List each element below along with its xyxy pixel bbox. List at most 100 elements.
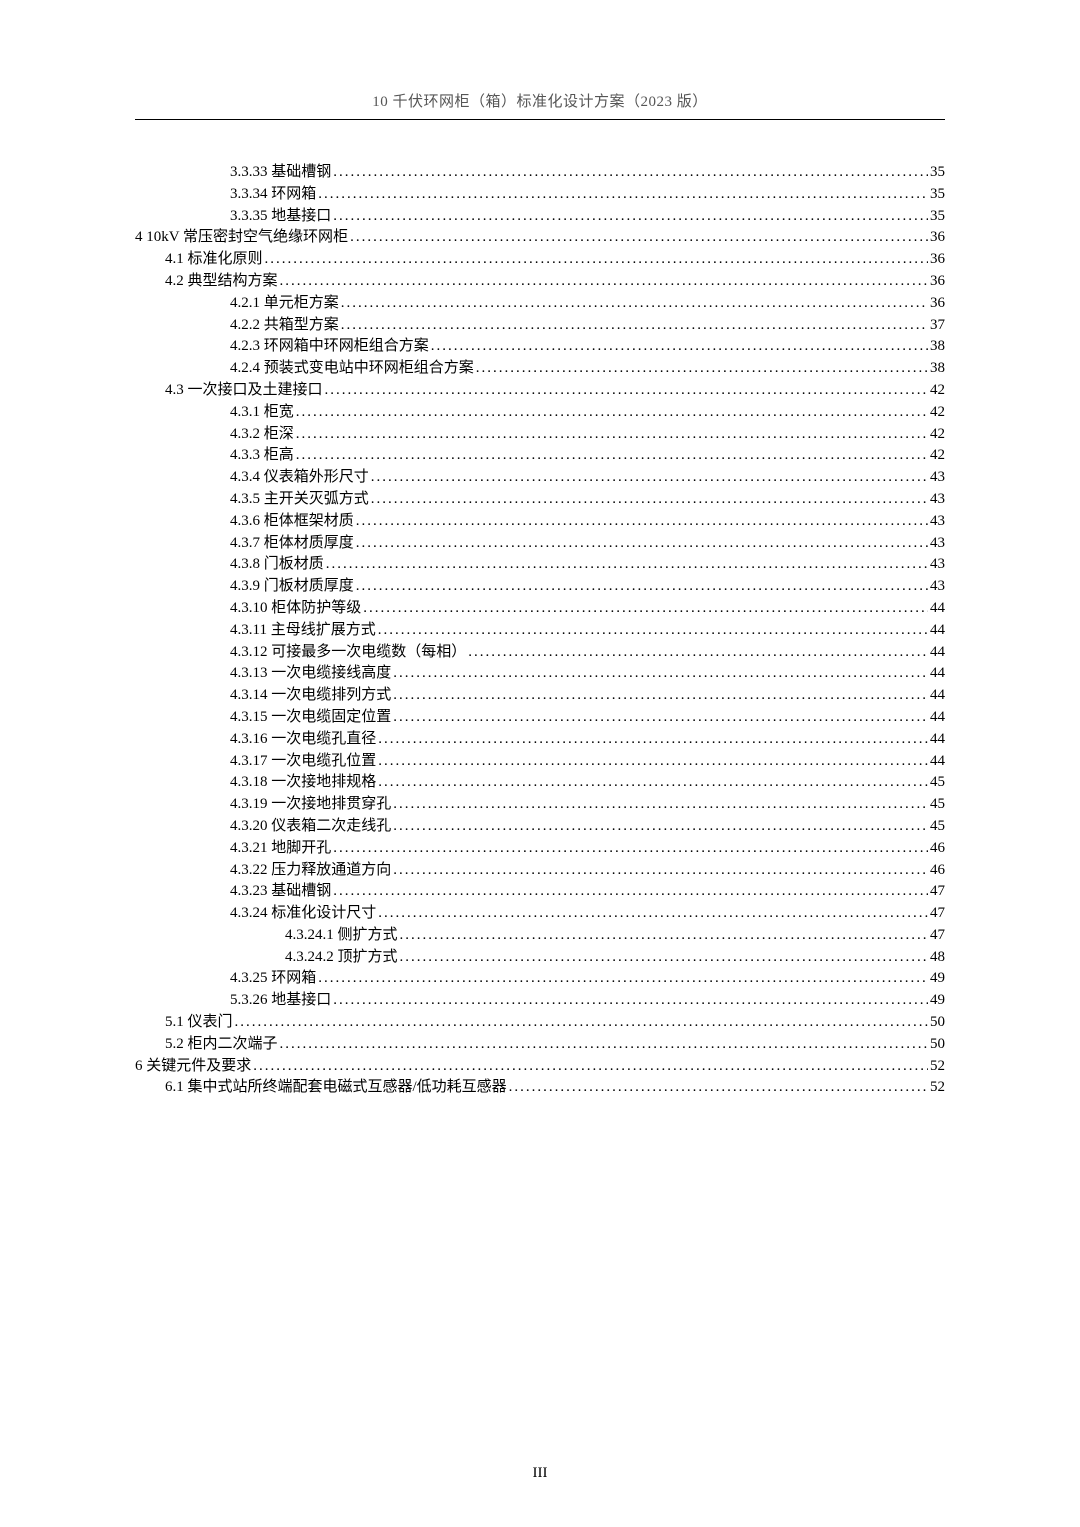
toc-page-number: 43 — [930, 470, 945, 485]
toc-leader-dots — [476, 361, 928, 376]
toc-page-number: 35 — [930, 187, 945, 202]
toc-leader-dots — [393, 819, 928, 834]
toc-page-number: 36 — [930, 230, 945, 245]
toc-entry: 4.3.5 主开关灭弧方式 43 — [135, 492, 945, 507]
toc-label: 4.1 标准化原则 — [165, 252, 263, 267]
toc-entry: 4.3.11 主母线扩展方式44 — [135, 623, 945, 638]
toc-leader-dots — [378, 906, 928, 921]
toc-entry: 4.3.14 一次电缆排列方式 44 — [135, 688, 945, 703]
toc-entry: 4.2.1 单元柜方案 36 — [135, 296, 945, 311]
table-of-contents: 3.3.33 基础槽钢353.3.34 环网箱353.3.35 地基接口354 … — [135, 165, 945, 1095]
toc-label: 4.3.20 仪表箱二次走线孔 — [230, 819, 391, 834]
toc-page-number: 46 — [930, 841, 945, 856]
toc-entry: 3.3.33 基础槽钢35 — [135, 165, 945, 180]
toc-entry: 4.3.15 一次电缆固定位置44 — [135, 710, 945, 725]
toc-page-number: 45 — [930, 775, 945, 790]
toc-page-number: 37 — [930, 318, 945, 333]
toc-label: 4.2.2 共箱型方案 — [230, 318, 339, 333]
toc-label: 6.1 集中式站所终端配套电磁式互感器/低功耗互感器 — [165, 1080, 507, 1095]
toc-leader-dots — [378, 732, 928, 747]
toc-label: 4.3.12 可接最多一次电缆数（每相） — [230, 645, 466, 660]
toc-label: 4.2.1 单元柜方案 — [230, 296, 339, 311]
toc-label: 4.3.10 柜体防护等级 — [230, 601, 361, 616]
toc-page-number: 44 — [930, 645, 945, 660]
toc-page-number: 42 — [930, 383, 945, 398]
toc-leader-dots — [325, 383, 928, 398]
page-number: III — [0, 1465, 1080, 1482]
toc-leader-dots — [296, 427, 928, 442]
toc-label: 4.3.4 仪表箱外形尺寸 — [230, 470, 369, 485]
toc-label: 4.3.7 柜体材质厚度 — [230, 536, 354, 551]
toc-leader-dots — [393, 863, 928, 878]
toc-page-number: 44 — [930, 688, 945, 703]
toc-entry: 4.3.17 一次电缆孔位置44 — [135, 754, 945, 769]
toc-leader-dots — [356, 536, 928, 551]
toc-entry: 4.3.18 一次接地排规格45 — [135, 775, 945, 790]
toc-label: 4.3.22 压力释放通道方向 — [230, 863, 391, 878]
toc-page-number: 43 — [930, 557, 945, 572]
toc-leader-dots — [393, 710, 928, 725]
toc-entry: 4.2.4 预装式变电站中环网柜组合方案38 — [135, 361, 945, 376]
toc-entry: 4.3.16 一次电缆孔直径 44 — [135, 732, 945, 747]
toc-page-number: 47 — [930, 906, 945, 921]
toc-label: 4.3.16 一次电缆孔直径 — [230, 732, 376, 747]
toc-entry: 4.3.24.1 侧扩方式47 — [135, 928, 945, 943]
toc-entry: 4.3.1 柜宽42 — [135, 405, 945, 420]
toc-entry: 4.3.4 仪表箱外形尺寸 43 — [135, 470, 945, 485]
toc-leader-dots — [393, 688, 928, 703]
toc-leader-dots — [371, 470, 928, 485]
toc-leader-dots — [296, 405, 928, 420]
toc-label: 4.3.5 主开关灭弧方式 — [230, 492, 369, 507]
toc-page-number: 50 — [930, 1037, 945, 1052]
toc-page-number: 36 — [930, 274, 945, 289]
toc-leader-dots — [235, 1015, 928, 1030]
toc-label: 4.3.25 环网箱 — [230, 971, 316, 986]
toc-label: 4.3.14 一次电缆排列方式 — [230, 688, 391, 703]
toc-leader-dots — [326, 557, 928, 572]
toc-page-number: 42 — [930, 448, 945, 463]
toc-leader-dots — [280, 1037, 928, 1052]
toc-page-number: 50 — [930, 1015, 945, 1030]
toc-leader-dots — [318, 187, 928, 202]
toc-entry: 4.3.25 环网箱 49 — [135, 971, 945, 986]
toc-entry: 4.3.13 一次电缆接线高度44 — [135, 666, 945, 681]
toc-entry: 5.3.26 地基接口49 — [135, 993, 945, 1008]
toc-entry: 4.3.20 仪表箱二次走线孔45 — [135, 819, 945, 834]
toc-label: 4.2.4 预装式变电站中环网柜组合方案 — [230, 361, 474, 376]
toc-leader-dots — [378, 623, 928, 638]
toc-page-number: 35 — [930, 209, 945, 224]
toc-entry: 4.3.24 标准化设计尺寸47 — [135, 906, 945, 921]
toc-label: 4.2.3 环网箱中环网柜组合方案 — [230, 339, 429, 354]
toc-label: 4.3.17 一次电缆孔位置 — [230, 754, 376, 769]
toc-leader-dots — [393, 666, 928, 681]
toc-page-number: 35 — [930, 165, 945, 180]
toc-page-number: 36 — [930, 296, 945, 311]
toc-page-number: 42 — [930, 427, 945, 442]
toc-label: 4.3.21 地脚开孔 — [230, 841, 331, 856]
toc-page-number: 49 — [930, 971, 945, 986]
toc-leader-dots — [318, 971, 928, 986]
toc-page-number: 47 — [930, 884, 945, 899]
toc-page-number: 44 — [930, 666, 945, 681]
toc-entry: 4.3.8 门板材质 43 — [135, 557, 945, 572]
toc-entry: 3.3.35 地基接口35 — [135, 209, 945, 224]
toc-leader-dots — [356, 514, 928, 529]
toc-page-number: 44 — [930, 732, 945, 747]
toc-page-number: 52 — [930, 1080, 945, 1095]
toc-entry: 6 关键元件及要求52 — [135, 1059, 945, 1074]
toc-label: 4.3.8 门板材质 — [230, 557, 324, 572]
toc-page-number: 43 — [930, 579, 945, 594]
toc-entry: 4.3.12 可接最多一次电缆数（每相） 44 — [135, 645, 945, 660]
toc-page-number: 43 — [930, 492, 945, 507]
toc-leader-dots — [509, 1080, 928, 1095]
document-page: 10 千伏环网柜（箱）标准化设计方案（2023 版） 3.3.33 基础槽钢35… — [0, 0, 1080, 1527]
toc-page-number: 44 — [930, 623, 945, 638]
toc-entry: 5.1 仪表门50 — [135, 1015, 945, 1030]
toc-page-number: 38 — [930, 339, 945, 354]
toc-leader-dots — [341, 296, 928, 311]
toc-entry: 4.3 一次接口及土建接口42 — [135, 383, 945, 398]
toc-entry: 4.2.3 环网箱中环网柜组合方案 38 — [135, 339, 945, 354]
toc-label: 4.3.2 柜深 — [230, 427, 294, 442]
toc-leader-dots — [378, 754, 928, 769]
toc-page-number: 49 — [930, 993, 945, 1008]
